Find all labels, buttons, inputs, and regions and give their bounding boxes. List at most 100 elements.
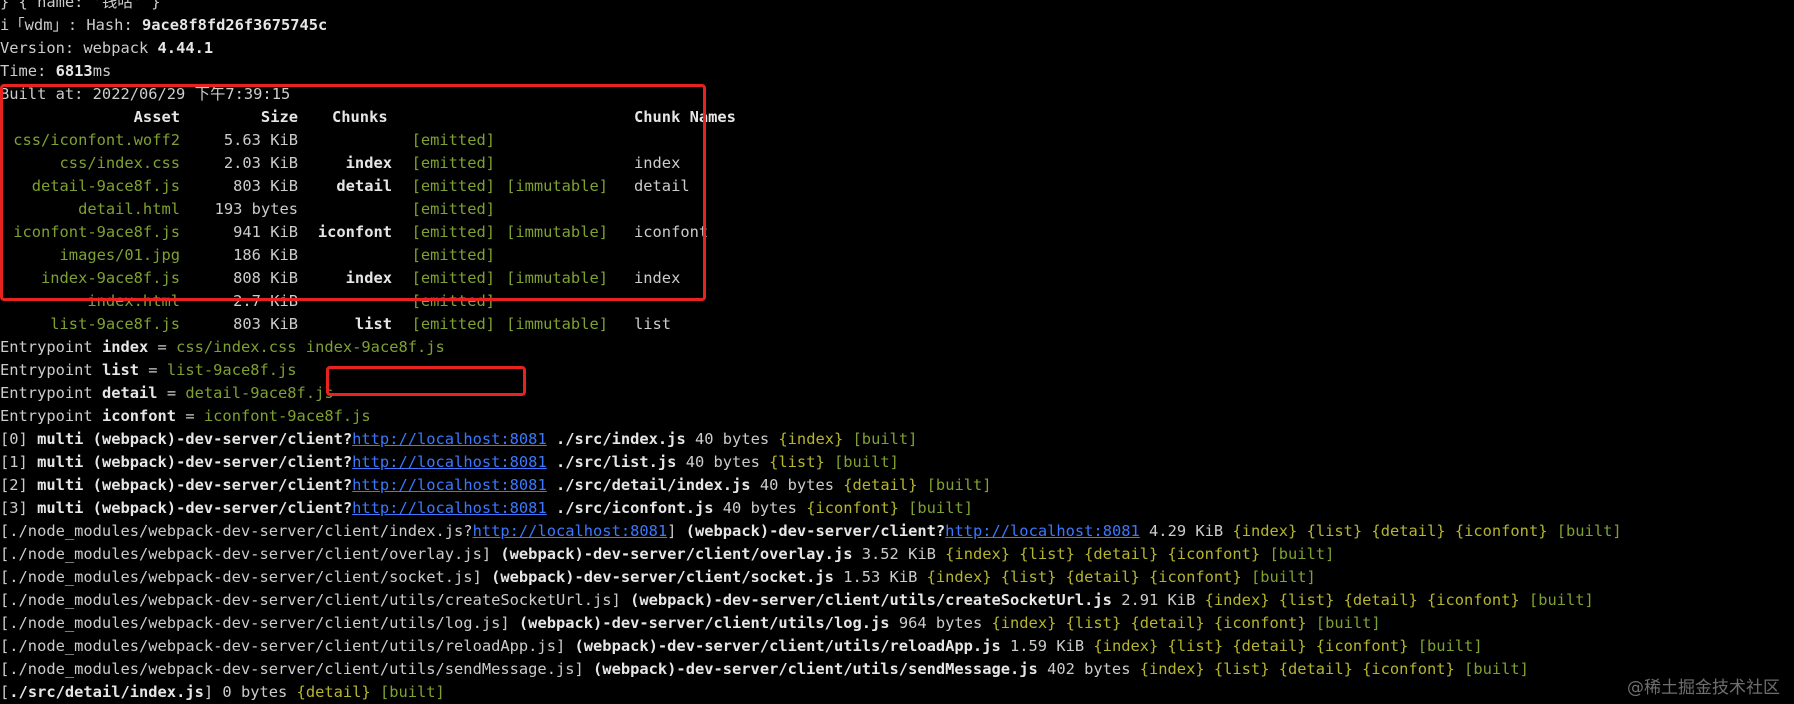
- asset-size: 941 KiB: [233, 223, 298, 241]
- module-line: [./node_modules/webpack-dev-server/clien…: [0, 635, 1794, 658]
- built-flag: [built]: [1408, 637, 1483, 655]
- module-size: 40 bytes: [713, 499, 807, 517]
- asset-file: css/index.css: [59, 154, 180, 172]
- module-path: [./node_modules/webpack-dev-server/clien…: [0, 637, 575, 655]
- localhost-link[interactable]: http://localhost:8081: [352, 499, 547, 517]
- multi-line: [1] multi (webpack)-dev-server/client?ht…: [0, 451, 1794, 474]
- emitted-flag: [emitted]: [411, 154, 495, 172]
- entrypoint-files: iconfont-9ace8f.js: [203, 407, 371, 425]
- asset-size: 2.7 KiB: [233, 292, 298, 310]
- asset-file: iconfont-9ace8f.js: [13, 223, 180, 241]
- client-index-line: [./node_modules/webpack-dev-server/clien…: [0, 520, 1794, 543]
- equals-sign: =: [139, 361, 167, 379]
- version-line: Version: webpack 4.44.1: [0, 37, 1794, 60]
- entrypoint-line: Entrypoint list = list-9ace8f.js: [0, 359, 1794, 382]
- asset-file: detail-9ace8f.js: [31, 177, 180, 195]
- localhost-link[interactable]: http://localhost:8081: [945, 522, 1140, 540]
- chunk-name: detail: [634, 177, 690, 195]
- module-line: [./node_modules/webpack-dev-server/clien…: [0, 612, 1794, 635]
- entrypoint-label: Entrypoint: [0, 407, 102, 425]
- watermark: @稀土掘金技术社区: [1627, 678, 1780, 698]
- built-flag: [built]: [1454, 660, 1529, 678]
- asset-size: 803 KiB: [233, 177, 298, 195]
- module-size: 40 bytes: [750, 476, 844, 494]
- asset-chunk: list: [354, 315, 392, 333]
- module-line: [./node_modules/webpack-dev-server/clien…: [0, 566, 1794, 589]
- terminal-output: } { name: '钱咕' } i「wdm」: Hash: 9ace8f8fd…: [0, 0, 1794, 704]
- localhost-link[interactable]: http://localhost:8081: [473, 522, 668, 540]
- multi-line: [3] multi (webpack)-dev-server/client?ht…: [0, 497, 1794, 520]
- asset-chunk: index: [345, 269, 392, 287]
- chunk-name: index: [634, 154, 681, 172]
- asset-size: 5.63 KiB: [223, 131, 298, 149]
- module-path: [./node_modules/webpack-dev-server/clien…: [0, 568, 492, 586]
- module-chunks: {index} {list} {detail} {iconfont}: [1093, 637, 1409, 655]
- asset-file: index-9ace8f.js: [41, 269, 180, 287]
- module-name: (webpack)-dev-server/client/utils/sendMe…: [593, 660, 1038, 678]
- equals-sign: =: [148, 338, 177, 356]
- module-size: 402 bytes: [1037, 660, 1140, 678]
- emitted-flag: [emitted]: [411, 246, 495, 264]
- entrypoint-label: Entrypoint: [0, 361, 102, 379]
- localhost-link[interactable]: http://localhost:8081: [352, 476, 547, 494]
- asset-row: detail-9ace8f.js 803 KiB detail [emitted] [i…: [0, 175, 1794, 198]
- asset-file: images/01.jpg: [59, 246, 180, 264]
- entrypoint-line: Entrypoint index = css/index.css index-9…: [0, 336, 1794, 359]
- emitted-flag: [emitted]: [411, 177, 495, 195]
- module-chunk: {index}: [778, 430, 844, 448]
- module-path: [./node_modules/webpack-dev-server/clien…: [0, 591, 631, 609]
- entrypoint-label: Entrypoint: [0, 384, 102, 402]
- header-size: Size: [260, 108, 298, 126]
- chunk-name: [608, 129, 634, 152]
- asset-row: index-9ace8f.js 808 KiB index [emitted] [imm…: [0, 267, 1794, 290]
- emitted-flag: [emitted]: [411, 131, 495, 149]
- asset-size: 2.03 KiB: [223, 154, 298, 172]
- entrypoint-files: css/index.css index-9ace8f.js: [176, 338, 445, 356]
- emitted-flag: [emitted]: [411, 223, 495, 241]
- asset-row: css/index.css 2.03 KiB index [emitted] index: [0, 152, 1794, 175]
- emitted-flag: [emitted]: [411, 315, 495, 333]
- multi-module-list: [0] multi (webpack)-dev-server/client?ht…: [0, 428, 1794, 520]
- asset-rows: css/iconfont.woff2 5.63 KiB [emitted] css/i…: [0, 129, 1794, 336]
- asset-row: iconfont-9ace8f.js 941 KiB iconfont [emitte…: [0, 221, 1794, 244]
- module-size: 964 bytes: [889, 614, 992, 632]
- module-path: ./src/detail/index.js: [9, 683, 204, 701]
- module-index: [3]: [0, 499, 38, 517]
- built-flag: [built]: [843, 430, 918, 448]
- immutable-flag: [immutable]: [506, 177, 608, 195]
- module-size: 4.29 KiB: [1139, 522, 1233, 540]
- immutable-flag: [immutable]: [506, 269, 608, 287]
- console-log-line: } { name: '钱咕' }: [0, 0, 1794, 14]
- built-flag: [built]: [898, 499, 973, 517]
- module-chunks: {index} {list} {detail} {iconfont}: [991, 614, 1307, 632]
- module-size: 1.59 KiB: [1000, 637, 1094, 655]
- module-index: [0]: [0, 430, 38, 448]
- chunk-name: list: [634, 315, 672, 333]
- asset-chunk: [298, 290, 392, 313]
- built-flag: [built]: [370, 683, 445, 701]
- module-chunk: {iconfont}: [806, 499, 899, 517]
- entry-file: ./src/index.js: [546, 430, 686, 448]
- immutable-flag: [immutable]: [506, 223, 608, 241]
- localhost-link[interactable]: http://localhost:8081: [352, 453, 547, 471]
- asset-file: list-9ace8f.js: [50, 315, 180, 333]
- wdm-prefix: i「wdm」: Hash:: [0, 16, 142, 34]
- entrypoint-name: iconfont: [101, 407, 177, 425]
- asset-size: 808 KiB: [233, 269, 298, 287]
- entrypoint-label: Entrypoint: [0, 338, 102, 356]
- module-path: [./node_modules/webpack-dev-server/clien…: [0, 545, 501, 563]
- header-chunk-names: Chunk Names: [634, 108, 736, 126]
- module-name: (webpack)-dev-server/client/socket.js: [491, 568, 834, 586]
- time-line: Time: 6813ms: [0, 60, 1794, 83]
- module-chunks: {index} {list} {detail} {iconfont}: [926, 568, 1242, 586]
- version-label: Version: webpack: [0, 39, 158, 57]
- entry-file: ./src/list.js: [546, 453, 677, 471]
- module-list: [./node_modules/webpack-dev-server/clien…: [0, 543, 1794, 681]
- header-chunks: Chunks: [332, 108, 388, 126]
- entrypoint-line: Entrypoint detail = detail-9ace8f.js: [0, 382, 1794, 405]
- entrypoint-line: Entrypoint iconfont = iconfont-9ace8f.js: [0, 405, 1794, 428]
- localhost-link[interactable]: http://localhost:8081: [352, 430, 547, 448]
- immutable-flag: [495, 290, 608, 313]
- chunk-name: index: [634, 269, 681, 287]
- built-flag: [built]: [1260, 545, 1335, 563]
